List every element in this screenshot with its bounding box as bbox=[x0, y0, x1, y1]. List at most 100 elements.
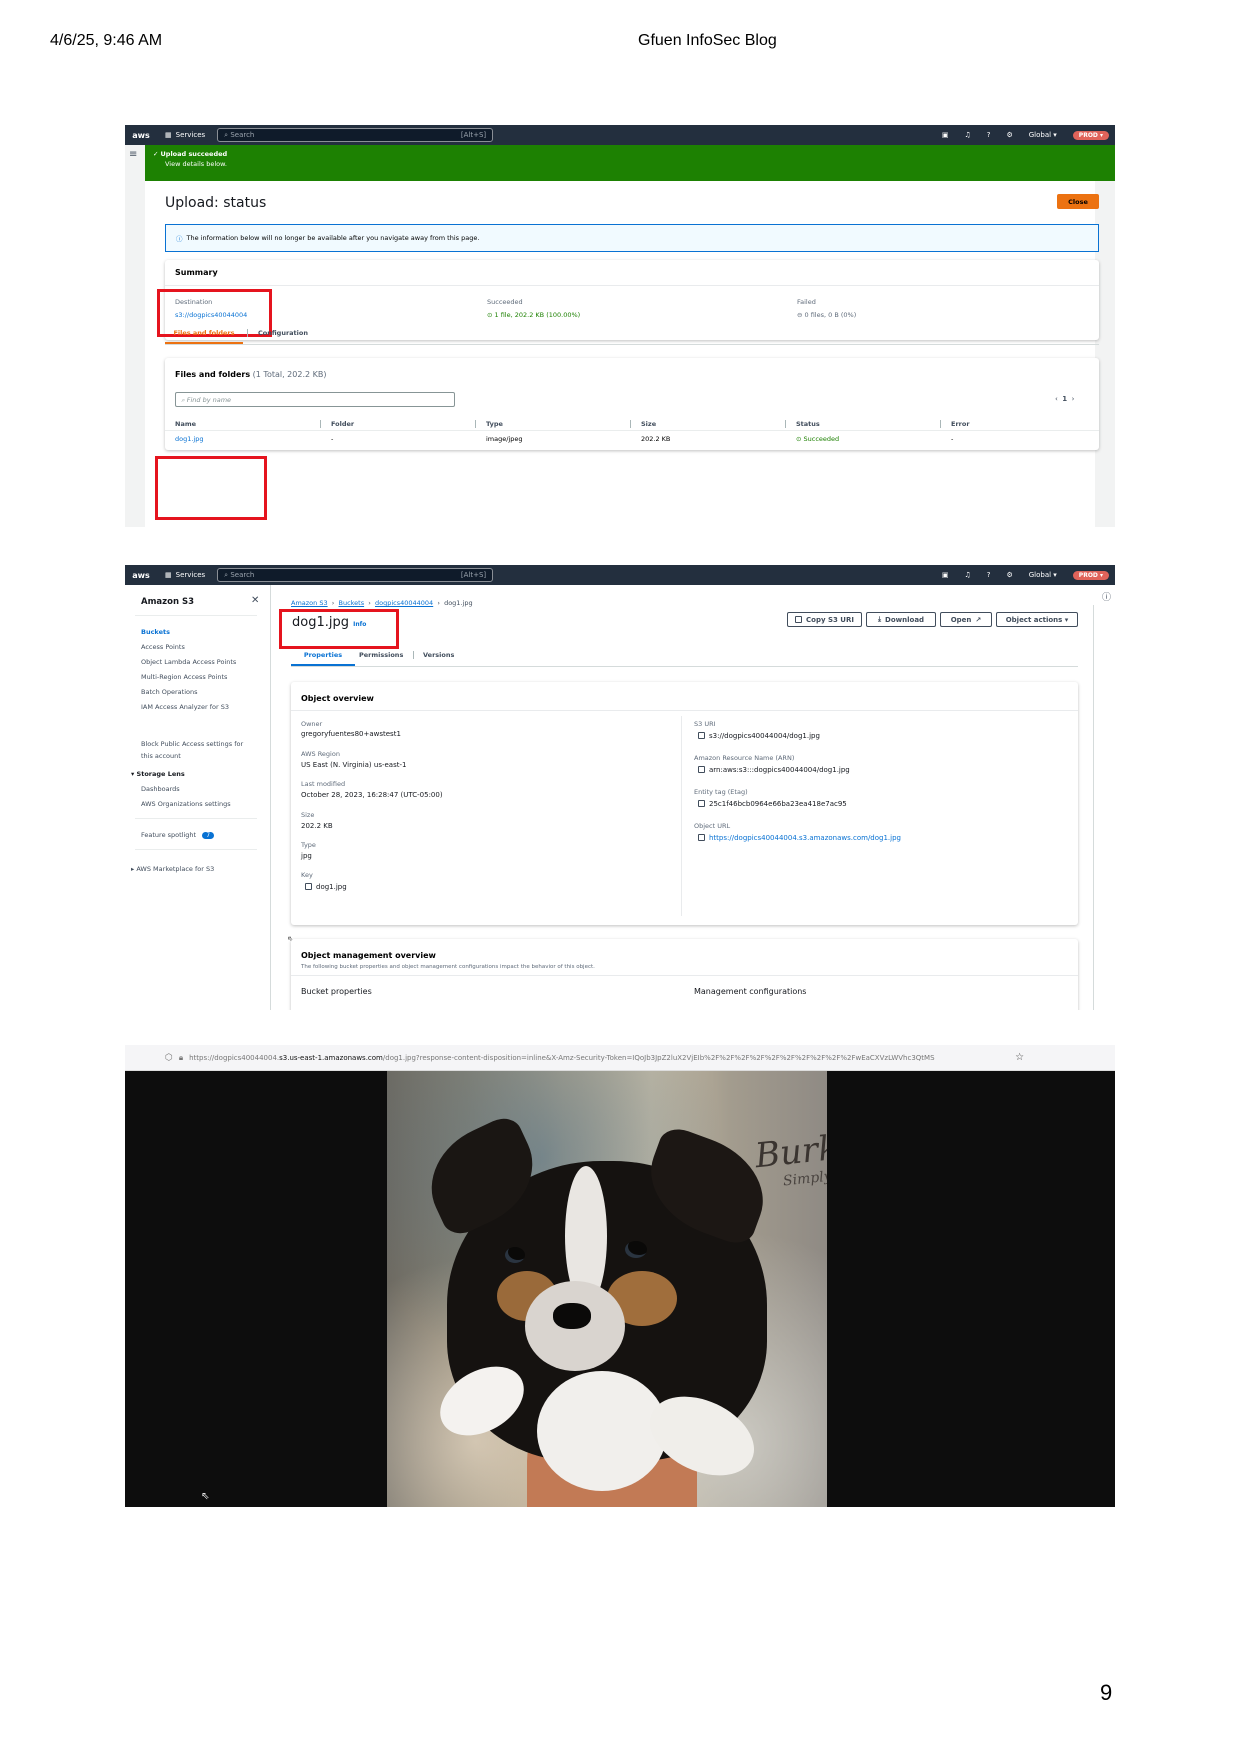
overview-title: Object overview bbox=[301, 694, 374, 703]
info-icon: ⓘ bbox=[176, 235, 183, 243]
upload-status-screenshot: aws ▦ Services ⌕ Search [Alt+S] ▣ ♫ ? ⚙ Gl… bbox=[125, 125, 1115, 527]
gear-icon[interactable]: ⚙ bbox=[1006, 571, 1012, 579]
copy-icon[interactable] bbox=[305, 883, 312, 890]
etag-label: Entity tag (Etag) bbox=[694, 788, 748, 796]
services-label: Services bbox=[175, 131, 206, 139]
col-size[interactable]: Size bbox=[630, 420, 768, 428]
mouse-cursor-icon: ⇖ bbox=[201, 1491, 210, 1502]
services-menu[interactable]: ▦ Services bbox=[165, 131, 205, 139]
copy-icon[interactable] bbox=[698, 732, 705, 739]
close-icon[interactable]: ✕ bbox=[251, 595, 259, 606]
url-rest: /dog1.jpg?response-content-disposition=i… bbox=[382, 1053, 935, 1062]
find-placeholder: Find by name bbox=[186, 396, 232, 404]
failed-label: Failed bbox=[797, 298, 816, 306]
find-by-name-input[interactable]: ⌕ Find by name bbox=[175, 392, 455, 407]
key-value: dog1.jpg bbox=[316, 883, 347, 891]
search-input[interactable]: ⌕ Search [Alt+S] bbox=[217, 128, 494, 142]
account-menu[interactable]: PROD ▾ bbox=[1072, 130, 1109, 140]
sidebar-storage-lens[interactable]: ▾ Storage Lens bbox=[131, 770, 185, 778]
services-menu[interactable]: ▦ Services bbox=[165, 571, 205, 579]
puppy-eye-left bbox=[505, 1247, 525, 1263]
download-icon: ⤓ bbox=[877, 615, 882, 623]
tab-versions[interactable]: Versions bbox=[423, 651, 454, 659]
page-number[interactable]: 1 bbox=[1062, 395, 1067, 403]
breadcrumb-bucket[interactable]: dogpics40044004 bbox=[375, 599, 433, 607]
tab-properties[interactable]: Properties bbox=[291, 645, 355, 666]
copy-s3-uri-button[interactable]: Copy S3 URI bbox=[787, 612, 862, 627]
browser-address-bar[interactable]: ⬡ 🔒︎ https://dogpics40044004.s3.us-east-… bbox=[125, 1045, 1115, 1071]
breadcrumb-buckets[interactable]: Buckets bbox=[338, 599, 364, 607]
col-folder[interactable]: Folder bbox=[320, 420, 458, 428]
region-selector[interactable]: Global ▾ bbox=[1029, 571, 1057, 579]
copy-icon[interactable] bbox=[698, 834, 705, 841]
cloudshell-icon[interactable]: ▣ bbox=[942, 571, 949, 579]
files-panel: Files and folders (1 Total, 202.2 KB) ⌕ … bbox=[165, 358, 1099, 450]
sidebar-item-multi-region[interactable]: Multi-Region Access Points bbox=[141, 673, 227, 681]
tab-configuration[interactable]: Configuration bbox=[247, 329, 308, 337]
shield-icon[interactable]: ⬡ bbox=[165, 1053, 173, 1063]
modified-label: Last modified bbox=[301, 780, 346, 788]
object-actions-button[interactable]: Object actions ▾ bbox=[996, 612, 1078, 627]
row-folder: - bbox=[331, 435, 334, 443]
success-banner: ✓ Upload succeeded View details below. bbox=[145, 145, 1115, 181]
url-prefix: https://dogpics40044004. bbox=[189, 1053, 280, 1062]
sidebar-item-batch-operations[interactable]: Batch Operations bbox=[141, 688, 198, 696]
cloudshell-icon[interactable]: ▣ bbox=[942, 131, 949, 139]
services-label: Services bbox=[175, 571, 206, 579]
chevron-right-icon[interactable]: › bbox=[1072, 395, 1075, 403]
search-placeholder: Search bbox=[230, 130, 255, 139]
sidebar-feature-spotlight[interactable]: Feature spotlight 7 bbox=[141, 831, 215, 839]
col-type[interactable]: Type bbox=[475, 420, 613, 428]
gear-icon[interactable]: ⚙ bbox=[1006, 131, 1012, 139]
browser-image-screenshot: ⬡ 🔒︎ https://dogpics40044004.s3.us-east-… bbox=[125, 1045, 1115, 1507]
title-highlight bbox=[279, 609, 399, 649]
close-button[interactable]: Close bbox=[1057, 194, 1099, 209]
bell-icon[interactable]: ♫ bbox=[964, 131, 970, 139]
hamburger-icon[interactable]: ≡ bbox=[129, 149, 137, 160]
col-error[interactable]: Error bbox=[940, 420, 1078, 428]
row-status: Succeeded bbox=[803, 435, 840, 443]
sidebar-item-buckets[interactable]: Buckets bbox=[141, 628, 170, 636]
succeeded-label: Succeeded bbox=[487, 298, 523, 306]
management-configurations-heading: Management configurations bbox=[694, 987, 807, 996]
breadcrumb-amazon-s3[interactable]: Amazon S3 bbox=[291, 599, 328, 607]
col-status[interactable]: Status bbox=[785, 420, 923, 428]
sidebar-marketplace[interactable]: ▸ AWS Marketplace for S3 bbox=[131, 865, 214, 873]
col-name[interactable]: Name bbox=[175, 420, 196, 428]
sidebar-item-org-settings[interactable]: AWS Organizations settings bbox=[141, 800, 231, 808]
info-text: The information below will no longer be … bbox=[186, 234, 480, 242]
s3-uri-value: s3://dogpics40044004/dog1.jpg bbox=[709, 732, 820, 740]
search-input[interactable]: ⌕ Search [Alt+S] bbox=[217, 568, 494, 582]
success-icon: ⊙ bbox=[487, 311, 495, 319]
region-selector[interactable]: Global ▾ bbox=[1029, 131, 1057, 139]
tab-permissions[interactable]: Permissions bbox=[359, 651, 415, 659]
copy-icon[interactable] bbox=[698, 766, 705, 773]
file-name-link[interactable]: dog1.jpg bbox=[175, 435, 204, 443]
help-icon[interactable]: ? bbox=[987, 571, 991, 579]
lock-icon[interactable]: 🔒︎ bbox=[179, 1053, 183, 1063]
sidebar-item-object-lambda[interactable]: Object Lambda Access Points bbox=[141, 658, 236, 666]
sidebar-item-dashboards[interactable]: Dashboards bbox=[141, 785, 180, 793]
help-icon[interactable]: ? bbox=[987, 131, 991, 139]
type-value: jpg bbox=[301, 852, 312, 860]
aws-logo[interactable]: aws bbox=[125, 131, 157, 140]
aws-logo[interactable]: aws bbox=[125, 571, 157, 580]
sidebar-item-block-public-access[interactable]: Block Public Access settings for this acc… bbox=[141, 738, 243, 762]
copy-icon bbox=[795, 616, 802, 623]
banner-subtitle: View details below. bbox=[165, 160, 227, 168]
banner-title: Upload succeeded bbox=[160, 150, 228, 158]
mgmt-description: The following bucket properties and obje… bbox=[301, 964, 595, 970]
info-circle-icon[interactable]: ⓘ bbox=[1102, 590, 1111, 603]
tab-files-and-folders[interactable]: Files and folders bbox=[165, 323, 243, 344]
sidebar-item-access-points[interactable]: Access Points bbox=[141, 643, 185, 651]
chevron-left-icon[interactable]: ‹ bbox=[1055, 395, 1058, 403]
copy-icon[interactable] bbox=[698, 800, 705, 807]
sidebar-item-iam-analyzer[interactable]: IAM Access Analyzer for S3 bbox=[141, 703, 229, 711]
account-menu[interactable]: PROD ▾ bbox=[1072, 570, 1109, 580]
star-icon[interactable]: ☆ bbox=[1015, 1052, 1024, 1063]
object-url-link[interactable]: https://dogpics40044004.s3.amazonaws.com… bbox=[709, 834, 901, 842]
download-button[interactable]: ⤓ Download bbox=[866, 612, 936, 627]
object-details-screenshot: aws ▦ Services ⌕ Search [Alt+S] ▣ ♫ ? ⚙ Gl… bbox=[125, 565, 1115, 1010]
bell-icon[interactable]: ♫ bbox=[964, 571, 970, 579]
open-button[interactable]: Open ↗ bbox=[940, 612, 992, 627]
